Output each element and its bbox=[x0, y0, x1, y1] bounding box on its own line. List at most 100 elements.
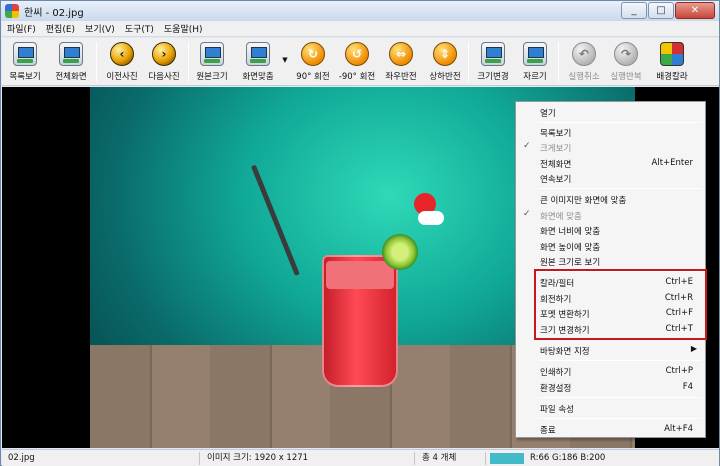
menu-fit-large-only[interactable]: 큰 이미지만 화면에 맞춤 bbox=[516, 192, 705, 206]
toolbar: 목록보기 전체화면 ‹ 이전사진 › 다음사진 원본크기 화면맞춤 ▼ ↻ 90… bbox=[2, 38, 719, 86]
prev-photo-button[interactable]: ‹ 이전사진 bbox=[102, 40, 142, 84]
resize-button[interactable]: 크기변경 bbox=[474, 40, 512, 84]
photo-glass bbox=[322, 255, 398, 387]
list-view-button[interactable]: 목록보기 bbox=[6, 40, 44, 84]
checkmark-icon: ✓ bbox=[523, 141, 531, 151]
maximize-button[interactable]: □ bbox=[648, 2, 674, 19]
status-pixel-rgb: R:66 G:186 B:200 bbox=[530, 453, 606, 463]
fit-screen-label: 화면맞춤 bbox=[242, 72, 274, 82]
menu-file[interactable]: 파일(F) bbox=[2, 22, 41, 35]
photo-lime bbox=[382, 234, 418, 270]
rotate-counterclockwise-icon: ↺ bbox=[345, 42, 369, 66]
next-photo-label: 다음사진 bbox=[148, 72, 180, 82]
menu-view-original[interactable]: 원본 크기로 보기 bbox=[516, 254, 705, 268]
fit-screen-dropdown[interactable]: ▼ bbox=[281, 40, 289, 84]
photo-flower bbox=[409, 188, 450, 231]
fit-screen-button[interactable]: 화면맞춤 bbox=[238, 40, 278, 84]
rotate-minus-90-button[interactable]: ↺ -90° 회전 bbox=[336, 40, 378, 84]
full-screen-button[interactable]: 전체화면 bbox=[50, 40, 92, 84]
menu-fit-screen[interactable]: ✓ 화면에 맞춤 bbox=[516, 208, 705, 222]
menu-edit[interactable]: 편집(E) bbox=[41, 22, 80, 35]
menu-large-view[interactable]: ✓ 크게보기 bbox=[516, 140, 705, 154]
minimize-button[interactable]: _ bbox=[621, 2, 647, 19]
menu-continuous-view[interactable]: 연속보기 bbox=[516, 171, 705, 185]
menu-bar: 파일(F) 편집(E) 보기(V) 도구(T) 도움말(H) bbox=[2, 21, 719, 37]
submenu-arrow-icon: ▶ bbox=[690, 344, 697, 353]
original-size-button[interactable]: 원본크기 bbox=[193, 40, 231, 84]
photo-straw bbox=[250, 164, 300, 276]
menu-fit-height-label: 화면 높이에 맞춤 bbox=[540, 243, 601, 253]
menu-fit-width[interactable]: 화면 너비에 맞춤 bbox=[516, 223, 705, 237]
toolbar-separator bbox=[558, 42, 559, 82]
flip-vertical-icon: ⇕ bbox=[433, 42, 457, 66]
title-bar[interactable]: 한씨 - 02.jpg _ □ ✕ bbox=[1, 1, 719, 21]
menu-full-screen[interactable]: 전체화면 Alt+Enter bbox=[516, 156, 705, 170]
prev-photo-label: 이전사진 bbox=[106, 72, 138, 82]
menu-exit-shortcut: Alt+F4 bbox=[664, 424, 693, 434]
resize-label: 크기변경 bbox=[477, 72, 509, 82]
maximize-icon: □ bbox=[656, 5, 666, 16]
menu-file-properties[interactable]: 파일 속성 bbox=[516, 401, 705, 415]
flip-horizontal-icon: ⇔ bbox=[389, 42, 413, 66]
menu-fit-width-label: 화면 너비에 맞춤 bbox=[540, 227, 601, 237]
list-view-label: 목록보기 bbox=[9, 72, 41, 82]
status-bar: 02.jpg 이미지 크기: 1920 x 1271 총 4 개체 R:66 G… bbox=[2, 449, 719, 466]
menu-file-properties-label: 파일 속성 bbox=[540, 405, 574, 415]
menu-help[interactable]: 도움말(H) bbox=[159, 22, 208, 35]
toolbar-separator bbox=[468, 42, 469, 82]
menu-continuous-view-label: 연속보기 bbox=[540, 175, 572, 185]
window-controls: _ □ ✕ bbox=[620, 2, 715, 19]
resize-icon bbox=[481, 42, 505, 66]
redo-button[interactable]: ↷ 실행반복 bbox=[606, 40, 646, 84]
rotate-90-label: 90° 회전 bbox=[296, 72, 330, 82]
menu-fit-height[interactable]: 화면 높이에 맞춤 bbox=[516, 239, 705, 253]
menu-settings[interactable]: 환경설정 F4 bbox=[516, 380, 705, 394]
next-photo-button[interactable]: › 다음사진 bbox=[144, 40, 184, 84]
menu-separator bbox=[538, 397, 702, 398]
annotation-highlight-box bbox=[534, 269, 707, 340]
rotate-clockwise-icon: ↻ bbox=[301, 42, 325, 66]
dropdown-arrow-icon: ▼ bbox=[282, 56, 288, 64]
status-pixel-color-swatch bbox=[490, 453, 524, 464]
menu-set-wallpaper[interactable]: 바탕화면 지정 ▶ bbox=[516, 343, 705, 357]
menu-fit-large-only-label: 큰 이미지만 화면에 맞춤 bbox=[540, 196, 627, 206]
flip-vertical-label: 상하반전 bbox=[429, 72, 461, 82]
close-icon: ✕ bbox=[690, 5, 700, 16]
menu-view-original-label: 원본 크기로 보기 bbox=[540, 258, 601, 268]
menu-tools[interactable]: 도구(T) bbox=[120, 22, 159, 35]
arrow-right-icon: › bbox=[152, 42, 176, 66]
full-screen-label: 전체화면 bbox=[55, 72, 87, 82]
menu-list-view[interactable]: 목록보기 bbox=[516, 125, 705, 139]
menu-list-view-label: 목록보기 bbox=[540, 129, 572, 139]
menu-exit-label: 종료 bbox=[540, 426, 556, 436]
menu-open[interactable]: 열기 bbox=[516, 105, 705, 119]
color-palette-icon bbox=[660, 42, 684, 66]
checkmark-icon: ✓ bbox=[523, 209, 531, 219]
menu-print[interactable]: 인쇄하기 Ctrl+P bbox=[516, 364, 705, 378]
redo-label: 실행반복 bbox=[610, 72, 642, 82]
window-title: 한씨 - 02.jpg bbox=[24, 7, 84, 19]
status-image-size: 이미지 크기: 1920 x 1271 bbox=[203, 452, 415, 465]
fit-screen-icon bbox=[246, 42, 270, 66]
menu-print-shortcut: Ctrl+P bbox=[665, 366, 693, 376]
undo-icon: ↶ bbox=[572, 42, 596, 66]
menu-exit[interactable]: 종료 Alt+F4 bbox=[516, 422, 705, 436]
original-size-label: 원본크기 bbox=[196, 72, 228, 82]
rotate-90-button[interactable]: ↻ 90° 회전 bbox=[292, 40, 334, 84]
background-color-button[interactable]: 배경칼라 bbox=[650, 40, 694, 84]
arrow-left-icon: ‹ bbox=[110, 42, 134, 66]
app-window: 한씨 - 02.jpg _ □ ✕ 파일(F) 편집(E) 보기(V) 도구(T… bbox=[0, 0, 720, 466]
menu-settings-shortcut: F4 bbox=[682, 382, 693, 392]
undo-button[interactable]: ↶ 실행취소 bbox=[564, 40, 604, 84]
flip-vertical-button[interactable]: ⇕ 상하반전 bbox=[424, 40, 466, 84]
flip-horizontal-button[interactable]: ⇔ 좌우반전 bbox=[380, 40, 422, 84]
crop-label: 자르기 bbox=[523, 72, 547, 82]
close-button[interactable]: ✕ bbox=[675, 2, 715, 19]
menu-view[interactable]: 보기(V) bbox=[80, 22, 120, 35]
crop-button[interactable]: 자르기 bbox=[516, 40, 554, 84]
full-screen-icon bbox=[59, 42, 83, 66]
toolbar-separator bbox=[188, 42, 189, 82]
crop-icon bbox=[523, 42, 547, 66]
original-size-icon bbox=[200, 42, 224, 66]
list-view-icon bbox=[13, 42, 37, 66]
